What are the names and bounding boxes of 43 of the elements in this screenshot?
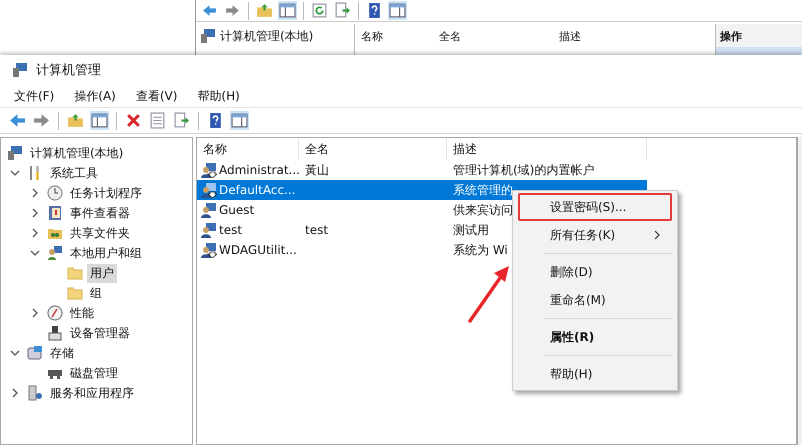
tree-item[interactable]: 共享文件夹 xyxy=(67,224,133,242)
table-cell: test xyxy=(305,223,328,237)
tree-item[interactable]: 组 xyxy=(87,284,105,302)
tree-item[interactable]: 磁盘管理 xyxy=(67,364,121,382)
table-cell: Administrat... xyxy=(219,163,300,177)
tree-item[interactable]: 服务和应用程序 xyxy=(47,384,137,402)
action-pane-title: 操作 xyxy=(718,29,743,45)
table-cell: Guest xyxy=(219,203,254,217)
column-header[interactable]: 全名 xyxy=(299,138,447,160)
menu-item[interactable]: 设置密码(S)... xyxy=(518,193,672,221)
tree-item[interactable]: 计算机管理(本地) xyxy=(27,144,126,162)
menu-item[interactable]: 操作(A) xyxy=(74,88,116,104)
menu-item[interactable]: 删除(D) xyxy=(518,258,672,286)
tree-item[interactable]: 任务计划程序 xyxy=(67,184,145,202)
window-title: 计算机管理 xyxy=(36,62,101,79)
column-header[interactable]: 描述 xyxy=(559,29,581,44)
menu-item[interactable]: 帮助(H) xyxy=(518,360,672,388)
tree-item[interactable]: 用户 xyxy=(87,264,117,282)
tree-item[interactable]: 存储 xyxy=(47,344,77,362)
table-cell: WDAGUtilit... xyxy=(219,243,297,257)
menu-item[interactable]: 帮助(H) xyxy=(197,88,240,104)
menu-item[interactable]: 重命名(M) xyxy=(518,286,672,314)
column-header[interactable]: 全名 xyxy=(439,29,559,44)
table-cell: DefaultAcc... xyxy=(219,183,296,197)
tree-item[interactable]: 系统工具 xyxy=(47,164,101,182)
tree-item[interactable]: 设备管理器 xyxy=(67,324,133,342)
tree-item[interactable]: 本地用户和组 xyxy=(67,244,145,262)
table-cell: 供来宾访问 xyxy=(453,202,513,218)
table-cell: test xyxy=(219,223,242,237)
menu-item[interactable]: 文件(F) xyxy=(14,88,54,104)
column-header[interactable]: 名称 xyxy=(355,29,439,44)
table-cell: 管理计算机(域)的内置帐户 xyxy=(453,162,594,178)
table-cell: 系统管理的 xyxy=(453,182,513,198)
menu-item[interactable]: 属性(R) xyxy=(518,323,672,351)
column-header[interactable]: 描述 xyxy=(447,138,647,160)
tree-item[interactable]: 性能 xyxy=(67,304,97,322)
tree-item[interactable]: 事件查看器 xyxy=(67,204,133,222)
column-header[interactable]: 名称 xyxy=(197,138,299,160)
menu-item[interactable]: 查看(V) xyxy=(136,88,178,104)
table-cell: 测试用 xyxy=(453,222,489,238)
table-cell: 系统为 Wi xyxy=(453,242,508,258)
tree-item[interactable]: 计算机管理(本地) xyxy=(220,28,314,45)
table-cell: 黃山 xyxy=(305,162,329,178)
